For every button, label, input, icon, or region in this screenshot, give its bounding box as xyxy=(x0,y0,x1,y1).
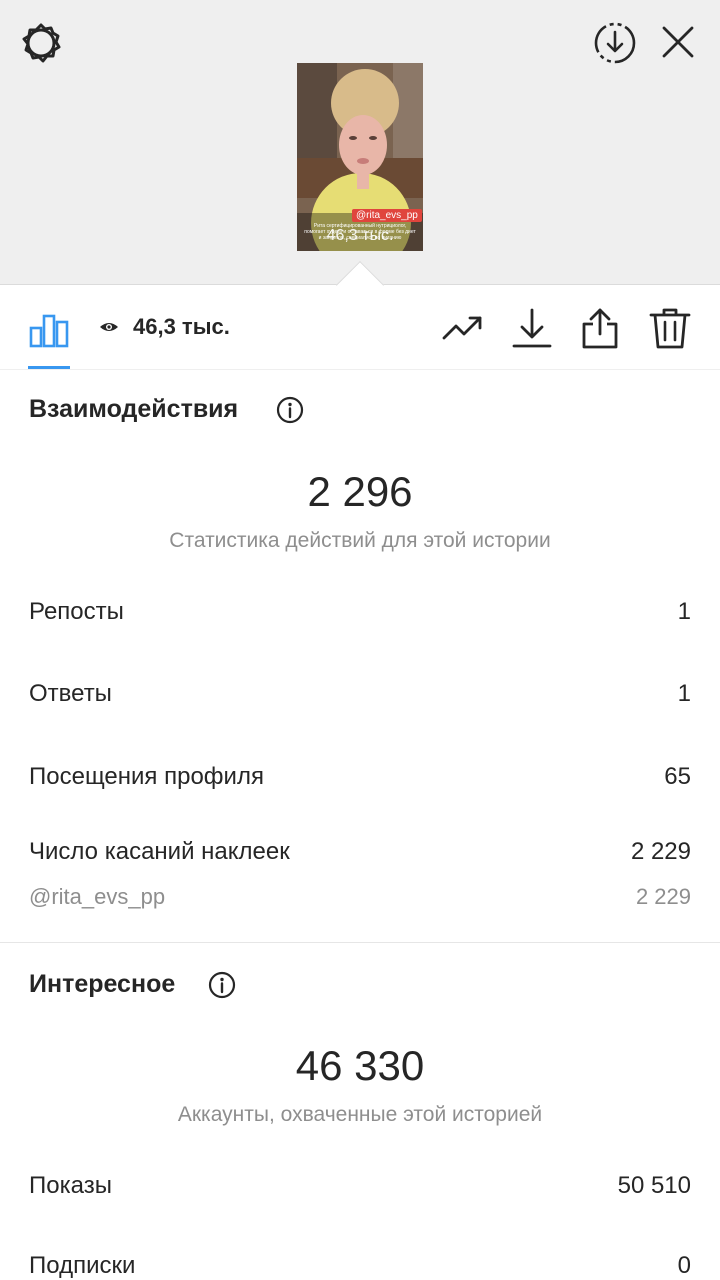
discovery-total: 46 330 xyxy=(295,1042,425,1089)
row-label-follows: Подписки xyxy=(29,1252,136,1279)
row-label-profile-visits: Посещения профиля xyxy=(29,763,264,790)
row-value-impressions: 50 510 xyxy=(617,1172,691,1199)
story-views-overlay: 46,3 тыс. xyxy=(326,227,394,244)
insights-toolbar: 46,3 тыс. xyxy=(0,286,720,370)
row-value-profile-visits: 65 xyxy=(664,763,691,790)
story-thumbnail[interactable]: @rita_evs_pp Рита сертифицированный нутр… xyxy=(297,63,423,251)
info-icon[interactable] xyxy=(276,396,304,424)
eye-icon xyxy=(100,323,118,331)
interactions-total: 2 296 xyxy=(307,468,413,515)
sub-row-label-mention: @rita_evs_pp xyxy=(29,884,166,909)
share-icon[interactable] xyxy=(578,306,622,350)
views-count: 46,3 тыс. xyxy=(133,314,230,339)
discovery-title: Интересное xyxy=(29,970,176,998)
gear-icon[interactable] xyxy=(18,20,64,66)
sub-row-value-mention: 2 229 xyxy=(635,884,691,909)
close-icon[interactable] xyxy=(656,20,700,64)
row-label-reposts: Репосты xyxy=(29,598,124,625)
row-label-impressions: Показы xyxy=(29,1172,112,1199)
section-divider xyxy=(0,942,720,943)
bar-chart-icon[interactable] xyxy=(28,306,70,348)
row-value-follows: 0 xyxy=(677,1252,691,1279)
discovery-subtitle: Аккаунты, охваченные этой историей xyxy=(177,1103,543,1126)
trending-icon[interactable] xyxy=(440,306,484,350)
row-label-sticker-taps: Число касаний наклеек xyxy=(29,838,290,865)
row-label-replies: Ответы xyxy=(29,680,112,707)
story-preview-area: @rita_evs_pp Рита сертифицированный нутр… xyxy=(0,0,720,285)
download-circle-icon[interactable] xyxy=(592,20,638,66)
row-value-sticker-taps: 2 229 xyxy=(630,838,691,865)
info-icon[interactable] xyxy=(208,971,236,999)
interactions-title: Взаимодействия xyxy=(29,395,239,423)
download-icon[interactable] xyxy=(510,306,554,350)
active-tab-indicator xyxy=(28,366,70,369)
row-value-replies: 1 xyxy=(677,680,691,707)
story-mention-tag: @rita_evs_pp xyxy=(352,209,422,222)
row-value-reposts: 1 xyxy=(677,598,691,625)
interactions-subtitle: Статистика действий для этой истории xyxy=(169,529,551,552)
trash-icon[interactable] xyxy=(648,306,692,350)
